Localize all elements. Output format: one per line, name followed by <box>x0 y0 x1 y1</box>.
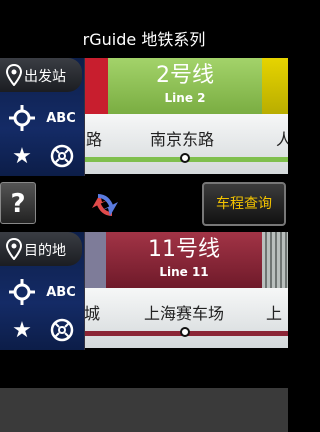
crosshair-icon <box>9 279 35 305</box>
target-button[interactable] <box>48 316 76 344</box>
station-marker <box>180 153 190 163</box>
abc-button[interactable]: ABC <box>44 280 78 304</box>
next-station[interactable]: 上 <box>266 300 282 324</box>
destination-line-label: 11号线 Line 11 <box>106 232 262 288</box>
destination-panel: 目的地 ABC ★ <box>0 232 85 350</box>
bottom-bar <box>0 388 288 432</box>
prev-line-segment[interactable] <box>84 232 106 288</box>
abc-button[interactable]: ABC <box>44 106 78 130</box>
target-button[interactable] <box>48 142 76 170</box>
station-marker <box>180 327 190 337</box>
destination-line-name: 11号线 <box>148 237 220 262</box>
prev-line-segment[interactable] <box>84 58 108 114</box>
locate-button[interactable] <box>6 276 38 308</box>
destination-tab-label: 目的地 <box>24 243 66 259</box>
origin-tab-label: 出发站 <box>24 69 66 85</box>
next-station[interactable]: 人 <box>276 126 288 150</box>
target-icon <box>50 144 74 168</box>
location-pin-icon <box>6 238 22 260</box>
next-line-segment[interactable] <box>262 232 288 288</box>
origin-line-name: 2号线 <box>156 63 214 88</box>
swap-icon[interactable] <box>88 188 122 222</box>
origin-tab[interactable]: 出发站 <box>0 58 82 92</box>
prev-station[interactable]: 城 <box>84 300 100 324</box>
star-icon[interactable]: ★ <box>8 142 36 170</box>
star-icon[interactable]: ★ <box>8 316 36 344</box>
target-icon <box>50 318 74 342</box>
prev-station[interactable]: 路 <box>86 126 102 150</box>
destination-tab[interactable]: 目的地 <box>0 232 82 266</box>
crosshair-icon <box>9 105 35 131</box>
origin-line-label: 2号线 Line 2 <box>108 58 262 114</box>
location-pin-icon <box>6 64 22 86</box>
app-title: rGuide 地铁系列 <box>82 30 206 49</box>
next-line-segment[interactable] <box>262 58 288 114</box>
help-button[interactable]: ? <box>0 182 36 224</box>
current-station[interactable]: 南京东路 <box>150 126 214 150</box>
origin-line-latin: Line 2 <box>164 91 206 105</box>
route-query-button[interactable]: 车程查询 <box>202 182 286 226</box>
current-station[interactable]: 上海赛车场 <box>144 300 224 324</box>
destination-line-latin: Line 11 <box>159 265 209 279</box>
origin-panel: 出发站 ABC ★ <box>0 58 85 176</box>
locate-button[interactable] <box>6 102 38 134</box>
